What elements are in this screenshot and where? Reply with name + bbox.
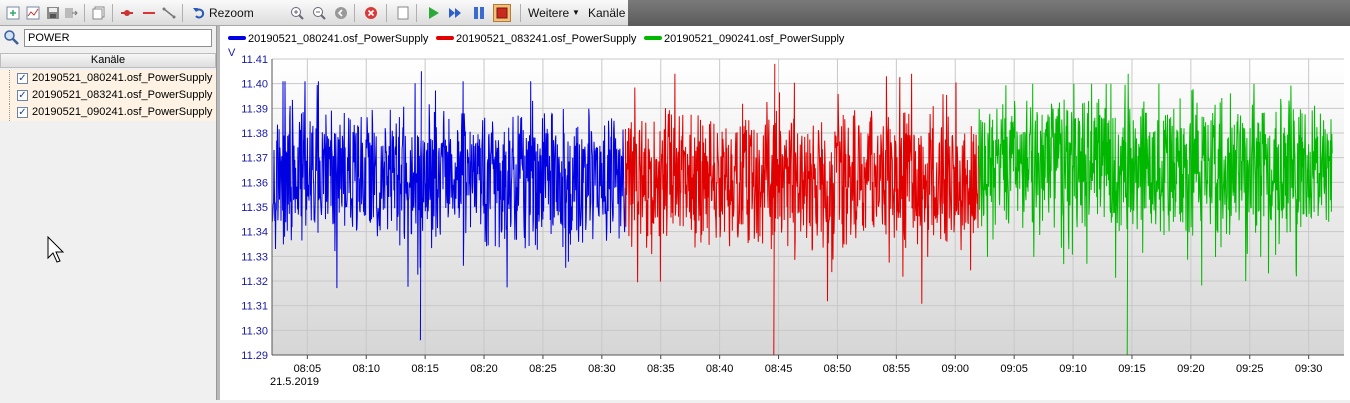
legend-entry[interactable]: 20190521_083241.osf_PowerSupply: [456, 33, 637, 45]
x-tick-label: 08:50: [824, 363, 852, 375]
rezoom-button[interactable]: Rezoom: [209, 6, 254, 20]
weitere-menu[interactable]: Weitere: [528, 6, 569, 20]
y-tick-label: 11.31: [241, 301, 268, 313]
x-tick-label: 08:05: [294, 363, 322, 375]
y-tick-label: 11.35: [241, 202, 268, 214]
line-icon[interactable]: [140, 4, 158, 22]
dropdown-arrow-icon[interactable]: ▼: [572, 8, 580, 17]
channel-item[interactable]: ✓ 20190521_090241.osf_PowerSupply: [0, 104, 216, 121]
x-tick-label: 08:55: [883, 363, 911, 375]
y-tick-label: 11.34: [241, 227, 268, 239]
search-icon: [3, 29, 19, 48]
channel-checkbox[interactable]: ✓: [17, 90, 28, 101]
undo-icon[interactable]: [190, 4, 208, 22]
y-tick-label: 11.30: [241, 325, 268, 337]
x-tick-label: 09:05: [1000, 363, 1028, 375]
voltage-line-chart: 11.41 11.40 11.39 11.38 11.37 11.36 11.35 11.34…: [228, 33, 1344, 388]
kanale-button[interactable]: Kanäle: [588, 6, 625, 20]
x-tick-label: 08:15: [411, 363, 439, 375]
y-axis-unit-label: V: [228, 47, 236, 59]
channel-label: 20190521_090241.osf_PowerSupply: [32, 106, 213, 118]
pause-icon[interactable]: [470, 4, 488, 22]
x-tick-label: 08:20: [470, 363, 498, 375]
y-tick-label: 11.37: [241, 153, 268, 165]
channel-list-header[interactable]: Kanäle: [0, 53, 216, 68]
record-icon[interactable]: [493, 4, 511, 22]
x-tick-label: 09:30: [1295, 363, 1323, 375]
channel-checkbox[interactable]: ✓: [17, 73, 28, 84]
x-tick-label: 08:25: [529, 363, 557, 375]
search-input[interactable]: [24, 29, 212, 47]
zoom-out-icon[interactable]: [310, 4, 328, 22]
channel-item[interactable]: ✓ 20190521_083241.osf_PowerSupply: [0, 87, 216, 104]
window-icon[interactable]: [394, 4, 412, 22]
stop-icon[interactable]: [362, 4, 380, 22]
channel-item[interactable]: ✓ 20190521_080241.osf_PowerSupply: [0, 70, 216, 87]
x-tick-label: 09:00: [941, 363, 969, 375]
legend-entry[interactable]: 20190521_080241.osf_PowerSupply: [248, 33, 429, 45]
chart-area: 11.41 11.40 11.39 11.38 11.37 11.36 11.35 11.34…: [220, 26, 1350, 400]
fast-forward-icon[interactable]: [446, 4, 464, 22]
copy-icon[interactable]: [90, 4, 108, 22]
y-tick-label: 11.32: [241, 276, 268, 288]
channel-label: 20190521_083241.osf_PowerSupply: [32, 89, 213, 101]
save-icon[interactable]: [44, 4, 62, 22]
channel-label: 20190521_080241.osf_PowerSupply: [32, 72, 213, 84]
add-icon[interactable]: [4, 4, 22, 22]
y-tick-label: 11.33: [241, 251, 268, 263]
back-icon[interactable]: [332, 4, 350, 22]
connect-icon[interactable]: [160, 4, 178, 22]
y-tick-label: 11.29: [241, 350, 268, 362]
channel-sidebar: Kanäle ✓ 20190521_080241.osf_PowerSupply…: [0, 26, 216, 400]
zoom-in-icon[interactable]: [288, 4, 306, 22]
play-icon[interactable]: [424, 4, 442, 22]
y-tick-label: 11.36: [241, 177, 268, 189]
x-tick-label: 09:20: [1177, 363, 1205, 375]
toolbar: Rezoom Weitere ▼ Kanäle: [0, 0, 1350, 26]
mouse-cursor-icon: [46, 235, 66, 267]
channel-checkbox[interactable]: ✓: [17, 107, 28, 118]
x-tick-label: 09:25: [1236, 363, 1264, 375]
x-tick-label: 08:30: [588, 363, 616, 375]
y-tick-label: 11.40: [241, 79, 268, 91]
x-tick-label: 08:40: [706, 363, 734, 375]
chart-icon[interactable]: [24, 4, 42, 22]
legend-entry[interactable]: 20190521_090241.osf_PowerSupply: [664, 33, 845, 45]
y-tick-label: 11.41: [241, 54, 268, 66]
marker-icon[interactable]: [118, 4, 136, 22]
x-tick-label: 08:35: [647, 363, 675, 375]
toolbar-empty-area: [628, 0, 1350, 26]
export-icon[interactable]: [62, 4, 80, 22]
x-tick-label: 08:10: [352, 363, 380, 375]
y-tick-label: 11.39: [241, 103, 268, 115]
x-tick-label: 09:10: [1059, 363, 1087, 375]
y-tick-label: 11.38: [241, 128, 268, 140]
x-tick-label: 09:15: [1118, 363, 1146, 375]
x-axis-date-label: 21.5.2019: [270, 376, 319, 388]
x-tick-label: 08:45: [765, 363, 793, 375]
